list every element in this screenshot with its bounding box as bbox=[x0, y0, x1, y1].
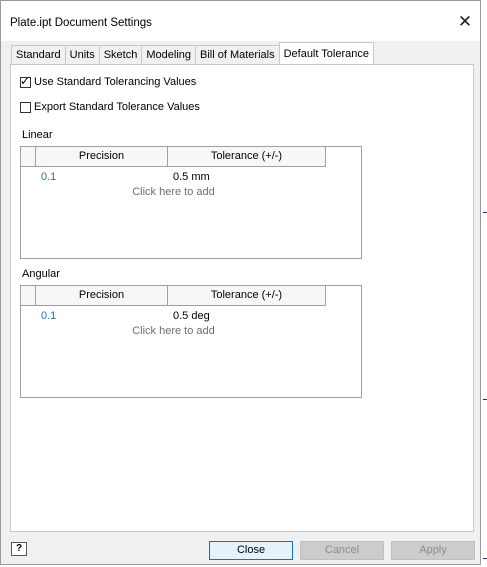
linear-precision-cell[interactable]: 0.1 bbox=[41, 171, 56, 183]
tab-bill-of-materials[interactable]: Bill of Materials bbox=[195, 45, 280, 64]
title-bar: Plate.ipt Document Settings ✕ bbox=[1, 1, 480, 41]
use-standard-label: Use Standard Tolerancing Values bbox=[34, 76, 197, 88]
use-standard-tolerancing-option[interactable]: ✓ Use Standard Tolerancing Values bbox=[20, 73, 197, 89]
tab-strip: Standard Units Sketch Modeling Bill of M… bbox=[11, 42, 374, 65]
tolerance-column-header[interactable]: Tolerance (+/-) bbox=[168, 286, 326, 306]
export-standard-label: Export Standard Tolerance Values bbox=[34, 101, 200, 113]
tab-sketch[interactable]: Sketch bbox=[98, 45, 143, 64]
angular-section-label: Angular bbox=[22, 268, 60, 280]
cancel-button[interactable]: Cancel bbox=[300, 541, 384, 560]
linear-tolerance-grid[interactable]: Precision Tolerance (+/-) 0.1 0.5 mm Cli… bbox=[20, 146, 362, 259]
precision-column-header[interactable]: Precision bbox=[36, 286, 168, 306]
angular-tolerance-grid[interactable]: Precision Tolerance (+/-) 0.1 0.5 deg Cl… bbox=[20, 285, 362, 398]
precision-column-header[interactable]: Precision bbox=[36, 147, 168, 167]
row-selector-header bbox=[21, 286, 36, 306]
export-standard-checkbox[interactable] bbox=[20, 101, 31, 113]
close-button[interactable]: Close bbox=[209, 541, 293, 560]
angular-tolerance-cell[interactable]: 0.5 deg bbox=[173, 310, 210, 322]
window-title: Plate.ipt Document Settings bbox=[10, 17, 152, 29]
tab-units[interactable]: Units bbox=[64, 45, 100, 64]
tab-content-panel: ✓ Use Standard Tolerancing Values Export… bbox=[10, 64, 474, 532]
tab-modeling[interactable]: Modeling bbox=[141, 45, 196, 64]
tab-default-tolerance[interactable]: Default Tolerance bbox=[278, 42, 374, 64]
linear-tolerance-cell[interactable]: 0.5 mm bbox=[173, 171, 210, 183]
background-edge-mark bbox=[483, 558, 487, 559]
angular-add-row[interactable]: Click here to add bbox=[21, 325, 326, 337]
angular-grid-header: Precision Tolerance (+/-) bbox=[21, 286, 326, 306]
linear-add-row[interactable]: Click here to add bbox=[21, 186, 326, 198]
dialog-button-bar: ? Close Cancel Apply bbox=[1, 536, 480, 564]
background-edge-mark bbox=[483, 399, 487, 400]
apply-button[interactable]: Apply bbox=[391, 541, 475, 560]
close-icon[interactable]: ✕ bbox=[454, 11, 476, 33]
angular-precision-cell[interactable]: 0.1 bbox=[41, 310, 56, 322]
checkmark-icon: ✓ bbox=[20, 73, 31, 88]
tolerance-column-header[interactable]: Tolerance (+/-) bbox=[168, 147, 326, 167]
document-settings-dialog: Plate.ipt Document Settings ✕ Standard U… bbox=[0, 0, 481, 565]
export-standard-tolerance-option[interactable]: Export Standard Tolerance Values bbox=[20, 100, 200, 114]
linear-grid-header: Precision Tolerance (+/-) bbox=[21, 147, 326, 167]
help-icon[interactable]: ? bbox=[11, 542, 27, 556]
row-selector-header bbox=[21, 147, 36, 167]
tab-standard[interactable]: Standard bbox=[11, 45, 66, 64]
use-standard-checkbox[interactable]: ✓ bbox=[20, 73, 31, 88]
background-edge-mark bbox=[483, 212, 487, 213]
linear-section-label: Linear bbox=[22, 129, 53, 141]
